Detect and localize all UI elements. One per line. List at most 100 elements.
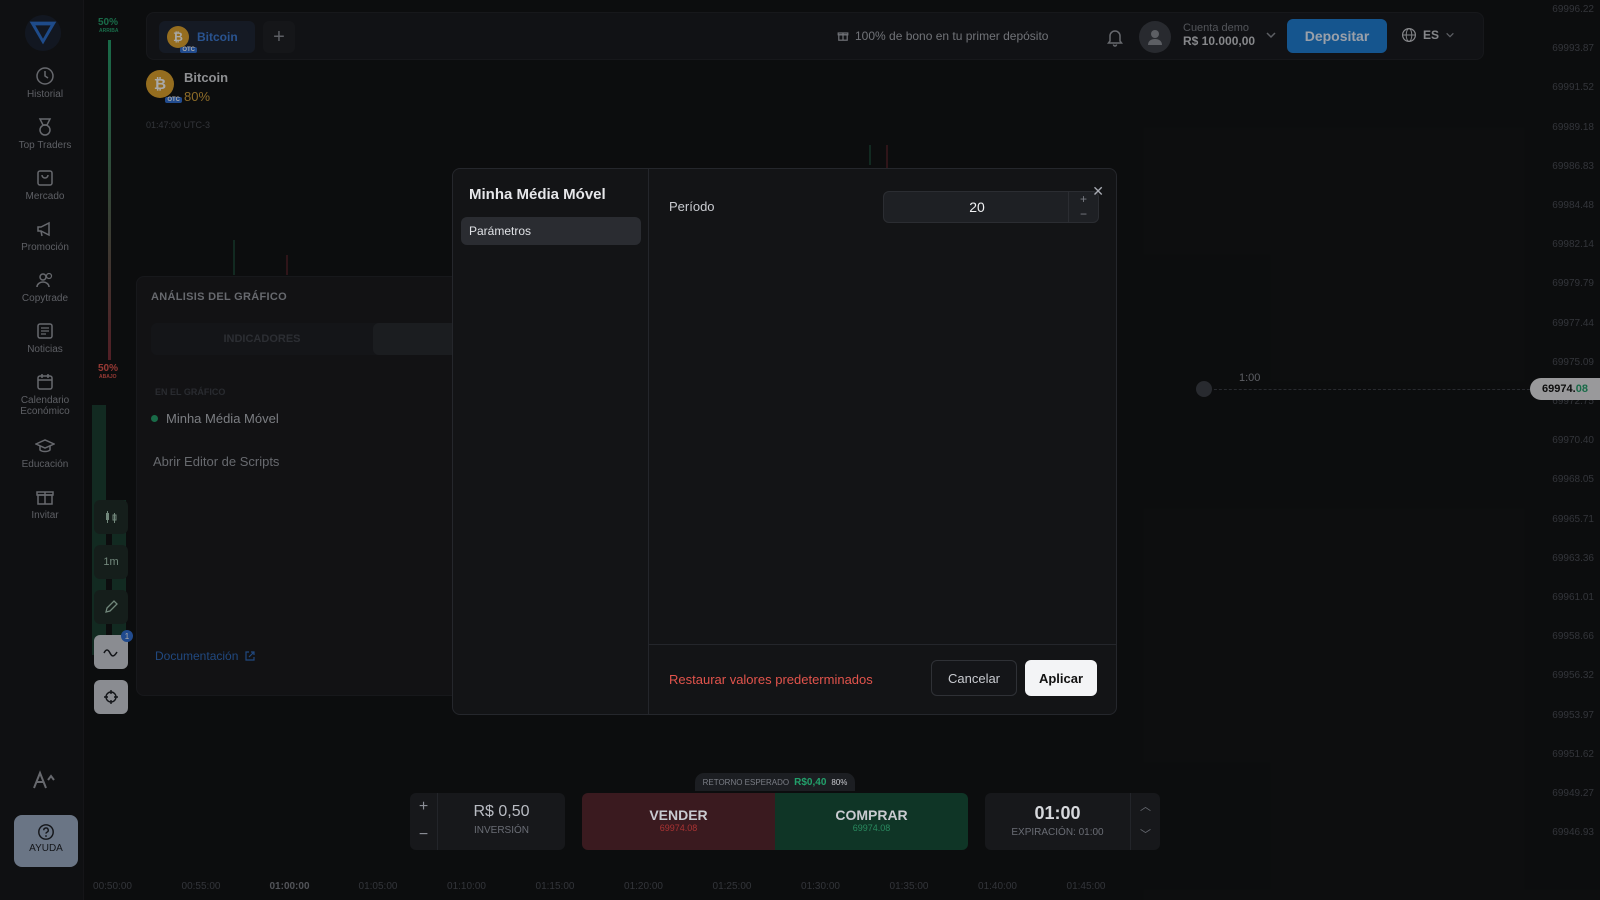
sell-label: VENDER <box>649 807 708 823</box>
cancel-button[interactable]: Cancelar <box>931 660 1017 696</box>
apply-button[interactable]: Aplicar <box>1025 660 1097 696</box>
modal-footer: Restaurar valores predeterminados Cancel… <box>649 644 1116 714</box>
bell-icon[interactable] <box>1105 27 1125 47</box>
indicators-button[interactable]: 1 <box>94 630 133 669</box>
crosshair-icon <box>104 690 118 704</box>
investment-value[interactable]: R$ 0,50 <box>438 803 565 821</box>
account-type: Cuenta demo <box>1183 22 1250 34</box>
newspaper-icon <box>37 323 53 339</box>
price-tick: 69982.14 <box>1552 239 1594 251</box>
asset-tab-bitcoin[interactable]: ₿ OTC Bitcoin <box>159 21 255 53</box>
account-balance: R$ 10.000,00 <box>1183 34 1256 48</box>
candle-timer: 1:00 <box>1239 372 1261 384</box>
sidebar-item-promocion[interactable]: Promoción <box>0 219 90 253</box>
indicator-item[interactable]: Minha Média Móvel <box>151 411 279 426</box>
expected-return: RETORNO ESPERADO R$0,40 80% <box>695 773 855 791</box>
sentiment-up-pct: 50% <box>98 17 119 28</box>
sidebar-item-label: Noticias <box>27 344 63 355</box>
sidebar-item-label: Top Traders <box>18 140 72 151</box>
font-size-icon[interactable] <box>32 770 58 790</box>
account-selector[interactable]: Cuenta demo R$ 10.000,00 <box>1183 22 1255 48</box>
sentiment-down-label: ABAJO <box>99 374 117 380</box>
price-tick: 69963.36 <box>1552 552 1594 564</box>
language-selector[interactable]: ES <box>1401 27 1455 43</box>
documentation-label: Documentación <box>155 649 239 663</box>
indicator-settings-modal: Minha Média Móvel Parámetros Período + −… <box>452 168 1117 715</box>
buy-button[interactable]: COMPRAR 69974.08 <box>775 793 968 850</box>
asset-name: Bitcoin <box>184 70 229 85</box>
gift-icon <box>36 491 54 505</box>
increase-investment-button[interactable]: + <box>410 793 437 821</box>
deposit-button[interactable]: Depositar <box>1287 19 1387 53</box>
top-bar: ₿ OTC Bitcoin + 100% de bono en tu primer… <box>146 12 1484 60</box>
modal-title: Minha Média Móvel <box>469 186 606 203</box>
expiration-label: EXPIRACIÓN: 01:00 <box>1011 827 1104 838</box>
close-icon[interactable]: ✕ <box>1092 183 1104 200</box>
price-tick: 69989.18 <box>1552 121 1594 133</box>
period-stepper: + − <box>883 191 1099 223</box>
sidebar-item-noticias[interactable]: Noticias <box>0 321 90 355</box>
price-tick: 69986.83 <box>1552 160 1594 172</box>
candlestick-icon <box>106 511 117 523</box>
timeframe-button[interactable]: 1m <box>94 545 128 579</box>
price-tick: 69949.27 <box>1552 788 1594 799</box>
avatar[interactable] <box>1139 21 1171 53</box>
expiration-value[interactable]: 01:00 <box>985 803 1130 824</box>
crosshair-button[interactable] <box>94 680 128 714</box>
sidebar-item-invitar[interactable]: Invitar <box>0 487 90 521</box>
price-axis: 69996.22 69993.87 69991.52 69989.18 69986.83… <box>1510 0 1600 870</box>
sidebar-item-calendario[interactable]: Calendario Económico <box>0 372 90 417</box>
decrement-button[interactable]: − <box>1069 207 1098 222</box>
sidebar-item-mercado[interactable]: Mercado <box>0 168 90 202</box>
documentation-link[interactable]: Documentación <box>155 649 256 663</box>
bonus-text: 100% de bono en tu primer depósito <box>855 29 1049 43</box>
open-script-editor-link[interactable]: Abrir Editor de Scripts <box>153 454 279 469</box>
decrease-investment-button[interactable]: − <box>410 821 437 849</box>
expected-return-pct: 80% <box>831 777 848 787</box>
expiration-control: 01:00 EXPIRACIÓN: 01:00 ︿ ﹀ <box>985 793 1160 850</box>
brand-logo-icon[interactable] <box>24 14 62 52</box>
otc-badge: OTC <box>165 97 182 103</box>
chevron-down-icon <box>1446 32 1454 38</box>
price-tick: 69953.97 <box>1552 709 1594 721</box>
add-asset-button[interactable]: + <box>263 21 295 53</box>
section-label: EN EL GRÁFICO <box>155 387 226 397</box>
price-tick: 69984.48 <box>1552 200 1594 211</box>
price-tick: 69965.71 <box>1552 513 1594 525</box>
chart-analysis-panel: ANÁLISIS DEL GRÁFICO INDICADORES EN EL G… <box>136 276 467 696</box>
sidebar-item-copytrade[interactable]: Copytrade <box>0 270 90 304</box>
sidebar-item-top-traders[interactable]: Top Traders <box>0 117 90 151</box>
help-button[interactable]: AYUDA <box>14 815 78 867</box>
chart-type-button[interactable] <box>94 500 128 534</box>
drawing-tools-button[interactable] <box>94 590 128 624</box>
asset-tab-label: Bitcoin <box>197 30 238 44</box>
price-tick: 69979.79 <box>1552 278 1594 290</box>
active-dot <box>151 415 158 422</box>
investment-control: + − R$ 0,50 INVERSIÓN <box>410 793 565 850</box>
restore-defaults-button[interactable]: Restaurar valores predeterminados <box>669 672 873 687</box>
modal-content: Período + − ✕ Restaurar valores predeter… <box>649 169 1116 714</box>
sidebar-item-historial[interactable]: Historial <box>0 66 90 100</box>
tab-parameters[interactable]: Parámetros <box>461 217 641 245</box>
period-label: Período <box>669 199 715 214</box>
bitcoin-icon: ₿ OTC <box>146 70 182 103</box>
bonus-banner[interactable]: 100% de bono en tu primer depósito <box>837 29 1048 43</box>
time-tick: 01:25:00 <box>712 881 752 892</box>
chevron-down-icon[interactable]: ﹀ <box>1131 821 1160 849</box>
time-tick: 01:20:00 <box>624 881 663 892</box>
asset-payout: 80% <box>184 89 211 104</box>
tab-indicators[interactable]: INDICADORES <box>151 323 373 355</box>
price-tick: 69975.09 <box>1552 356 1594 368</box>
period-input[interactable] <box>884 192 1070 222</box>
price-tick: 69946.93 <box>1552 827 1594 839</box>
sell-button[interactable]: VENDER 69974.08 <box>582 793 775 850</box>
chevron-down-icon[interactable] <box>1265 29 1277 41</box>
price-tick: 69968.05 <box>1552 474 1594 486</box>
otc-badge: OTC <box>180 47 197 53</box>
sidebar-item-educacion[interactable]: Educación <box>0 436 90 470</box>
price-tick: 69958.66 <box>1552 631 1594 643</box>
graduation-cap-icon <box>35 439 55 453</box>
time-axis: 00:45:0000:50:0000:55:0001:00:0001:05:00… <box>5 874 1600 900</box>
chevron-up-icon[interactable]: ︿ <box>1131 793 1160 821</box>
time-tick: 01:00:00 <box>269 881 310 892</box>
